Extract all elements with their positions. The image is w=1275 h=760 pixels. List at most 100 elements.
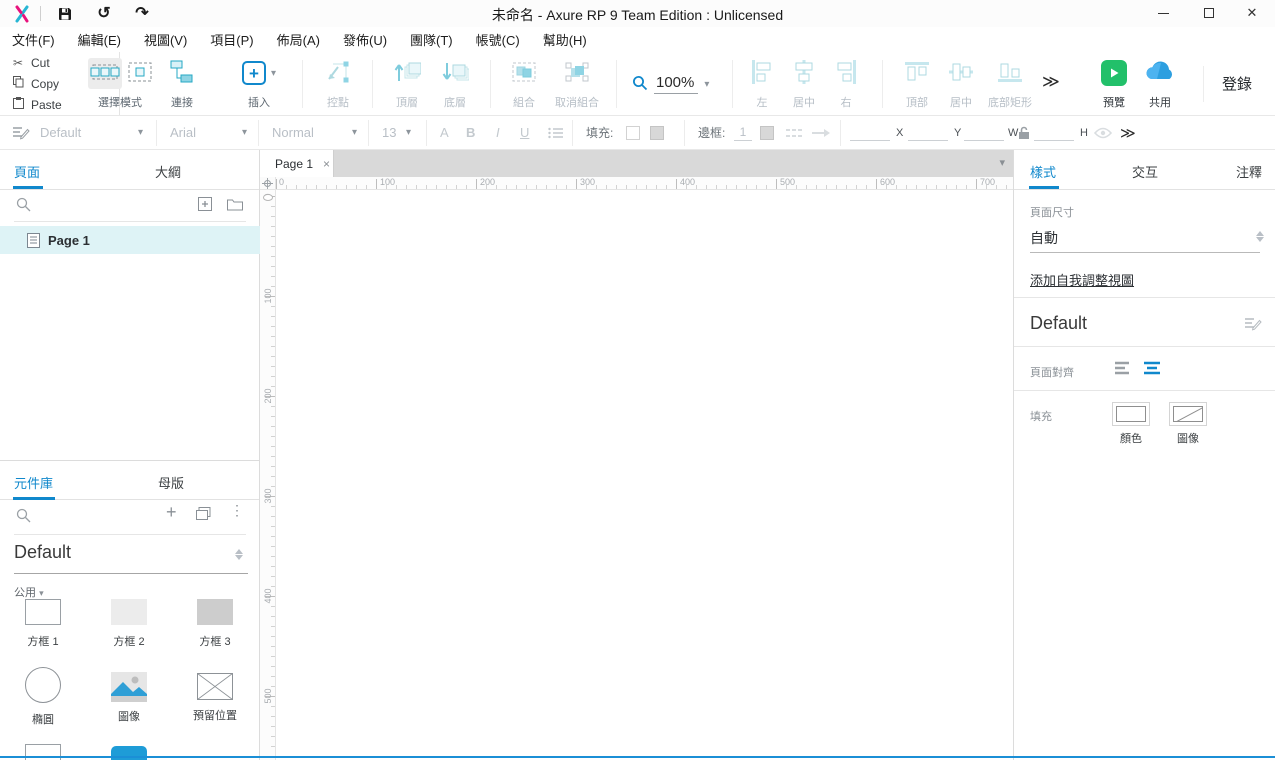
canvas-tab-page1[interactable]: Page 1 × [260, 150, 334, 177]
group-button[interactable]: 組合 [500, 56, 548, 110]
align-middle-button[interactable]: 居中 [940, 56, 982, 110]
align-left-button[interactable]: 左 [742, 56, 782, 110]
align-center-button[interactable]: 居中 [784, 56, 824, 110]
x-input[interactable] [850, 125, 890, 141]
add-page-icon[interactable] [198, 197, 212, 214]
font-family-select[interactable]: Arial [170, 116, 196, 149]
preview-button[interactable]: 預覽 [1092, 56, 1136, 110]
edit-style-icon[interactable] [1244, 316, 1262, 335]
widget-ellipse[interactable]: 橢圓 [0, 667, 86, 727]
fill-color-swatch[interactable] [626, 116, 640, 149]
zoom-value[interactable]: 100% [654, 74, 698, 94]
widget-placeholder[interactable]: 預留位置 [172, 673, 258, 723]
format-overflow-button[interactable]: ≫ [1120, 116, 1134, 149]
italic-button[interactable]: I [496, 116, 500, 149]
font-size-select[interactable]: 13 [382, 116, 396, 149]
ruler-label: 0 [279, 177, 284, 187]
arrow-style-button[interactable] [812, 116, 830, 149]
menu-publish[interactable]: 發佈(U) [343, 30, 400, 49]
widget-box2[interactable]: 方框 2 [86, 599, 172, 649]
ruler-label: 400 [680, 177, 695, 187]
page-align-left-button[interactable] [1114, 360, 1134, 381]
page-fill-image-button[interactable]: 圖像 [1169, 402, 1207, 446]
minimize-button[interactable] [1146, 0, 1180, 26]
library-kebab-icon[interactable]: ⋮ [230, 502, 244, 519]
page-fill-color-button[interactable]: 顏色 [1112, 402, 1150, 446]
widget-box3[interactable]: 方框 3 [172, 599, 258, 649]
tab-notes[interactable]: 注釋 [1236, 162, 1262, 181]
align-top-button[interactable]: 頂部 [896, 56, 938, 110]
pages-search-icon[interactable] [16, 197, 31, 215]
tab-close-icon[interactable]: × [323, 157, 330, 171]
menu-help[interactable]: 幫助(H) [543, 30, 600, 49]
w-input[interactable] [964, 125, 1004, 141]
select-intersect-icon[interactable] [88, 58, 122, 89]
menu-bar: 文件(F) 編輯(E) 視圖(V) 項目(P) 佈局(A) 發佈(U) 團隊(T… [0, 27, 1275, 52]
toolbar-overflow-button[interactable]: ≫ [1042, 72, 1058, 92]
tab-pages[interactable]: 頁面 [14, 162, 40, 181]
select-contain-icon[interactable] [127, 60, 153, 87]
maximize-button[interactable] [1192, 0, 1226, 26]
point-mode-button[interactable]: 控點 [314, 56, 362, 110]
point-mode-label: 控點 [314, 94, 362, 110]
widget-box1[interactable]: 方框 1 [0, 599, 86, 649]
close-button[interactable]: ✕ [1235, 0, 1269, 26]
library-select[interactable]: Default [14, 542, 248, 574]
style-edit-icon[interactable] [12, 116, 30, 149]
menu-edit[interactable]: 編輯(E) [78, 30, 134, 49]
lock-ratio-button[interactable] [1018, 116, 1030, 149]
tab-outline[interactable]: 大綱 [155, 162, 181, 181]
tab-list-caret-icon[interactable]: ▾ [999, 156, 1005, 169]
style-preset-select[interactable]: Default [40, 116, 81, 149]
share-button[interactable]: 共用 [1138, 56, 1182, 110]
border-style-button[interactable] [786, 116, 804, 149]
add-library-icon[interactable]: + [166, 502, 177, 523]
zoom-control[interactable]: 100% ▾ [632, 74, 709, 94]
tab-libraries[interactable]: 元件庫 [14, 473, 53, 492]
libraries-search-icon[interactable] [16, 508, 31, 526]
send-to-back-button[interactable]: 底層 [432, 56, 478, 110]
menu-view[interactable]: 視圖(V) [144, 30, 200, 49]
align-right-button[interactable]: 右 [826, 56, 866, 110]
connect-button[interactable]: 連接 [160, 56, 204, 110]
add-adaptive-views-link[interactable]: 添加自我調整視圖 [1030, 270, 1134, 289]
point-mode-icon [325, 59, 351, 88]
menu-team[interactable]: 團隊(T) [410, 30, 466, 49]
underline-button[interactable]: U [520, 116, 529, 149]
insert-button[interactable]: + ▾ 插入 [228, 56, 290, 110]
font-weight-select[interactable]: Normal [272, 116, 314, 149]
menu-account[interactable]: 帳號(C) [476, 30, 533, 49]
fill-gray-swatch[interactable] [650, 116, 664, 149]
ungroup-button[interactable]: 取消組合 [548, 56, 606, 110]
widget-section-header[interactable]: 公用 ▾ [14, 584, 44, 600]
h-input[interactable] [1034, 125, 1074, 141]
border-color-swatch[interactable] [760, 116, 774, 149]
insert-caret-icon[interactable]: ▾ [271, 68, 276, 79]
add-folder-icon[interactable] [227, 197, 243, 214]
menu-arrange[interactable]: 佈局(A) [277, 30, 333, 49]
bullet-list-icon[interactable] [548, 116, 564, 149]
page-size-select[interactable]: 自動 [1030, 228, 1058, 248]
page-align-center-button[interactable] [1142, 360, 1162, 381]
y-input[interactable] [908, 125, 948, 141]
font-color-button[interactable]: A [440, 116, 449, 149]
bring-to-front-button[interactable]: 頂層 [384, 56, 430, 110]
x-label: X [896, 116, 903, 149]
page-tree-item[interactable]: Page 1 [0, 226, 260, 254]
bold-button[interactable]: B [466, 116, 475, 149]
library-stack-icon[interactable] [196, 506, 213, 524]
widget-image[interactable]: 圖像 [86, 672, 172, 724]
visibility-eye-icon[interactable] [1094, 116, 1112, 149]
menu-project[interactable]: 項目(P) [210, 30, 266, 49]
sign-in-button[interactable]: 登錄 [1222, 73, 1252, 94]
style-tab-underline [1029, 186, 1059, 189]
canvas-area[interactable]: Page 1 × ▾ 0 100 200 300 400 500 600 700… [260, 150, 1013, 760]
align-bottom-button[interactable]: 底部矩形 [982, 56, 1038, 110]
page-size-spinner-icon[interactable] [1255, 230, 1265, 243]
tab-style[interactable]: 樣式 [1030, 162, 1056, 181]
menu-file[interactable]: 文件(F) [12, 30, 68, 49]
tab-masters[interactable]: 母版 [158, 473, 184, 492]
tab-interactions[interactable]: 交互 [1132, 162, 1158, 181]
border-width-input[interactable]: 1 [734, 125, 752, 141]
format-separator [684, 120, 685, 146]
